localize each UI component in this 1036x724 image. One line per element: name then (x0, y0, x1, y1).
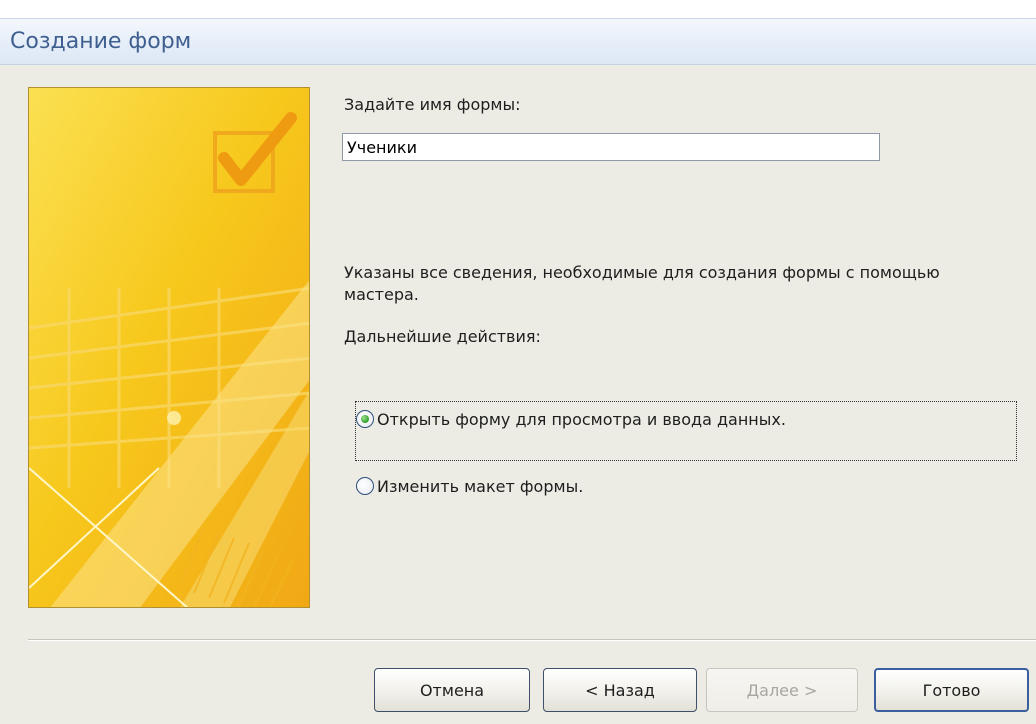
wizard-info-text: Указаны все сведения, необходимые для со… (344, 262, 984, 348)
next-steps-label: Дальнейшие действия: (344, 327, 541, 346)
radio-selected-dot (361, 415, 369, 423)
wizard-title: Создание форм (10, 29, 192, 54)
option-open-form[interactable]: Открыть форму для просмотра и ввода данн… (355, 401, 1017, 461)
wizard-header: Создание форм (0, 19, 1036, 65)
footer-separator (28, 639, 1036, 641)
option-edit-layout[interactable]: Изменить макет формы. (356, 474, 583, 498)
form-name-label: Задайте имя формы: (344, 95, 521, 114)
radio-edit-layout[interactable] (356, 477, 374, 495)
finish-button[interactable]: Готово (874, 668, 1029, 712)
form-wizard-dialog: Создание форм Задайте имя формы: Ученики… (0, 18, 1036, 724)
option-open-form-label[interactable]: Открыть форму для просмотра и ввода данн… (377, 410, 786, 429)
wizard-checkmark-illustration-icon (29, 88, 309, 607)
form-name-input[interactable] (342, 133, 880, 161)
wizard-info-message: Указаны все сведения, необходимые для со… (344, 263, 940, 304)
radio-open-form[interactable] (356, 410, 374, 428)
cancel-button[interactable]: Отмена (374, 668, 530, 712)
wizard-illustration (28, 87, 310, 608)
back-button[interactable]: < Назад (543, 668, 697, 712)
next-button[interactable]: Далее > (706, 668, 858, 712)
option-edit-layout-label[interactable]: Изменить макет формы. (377, 477, 583, 496)
